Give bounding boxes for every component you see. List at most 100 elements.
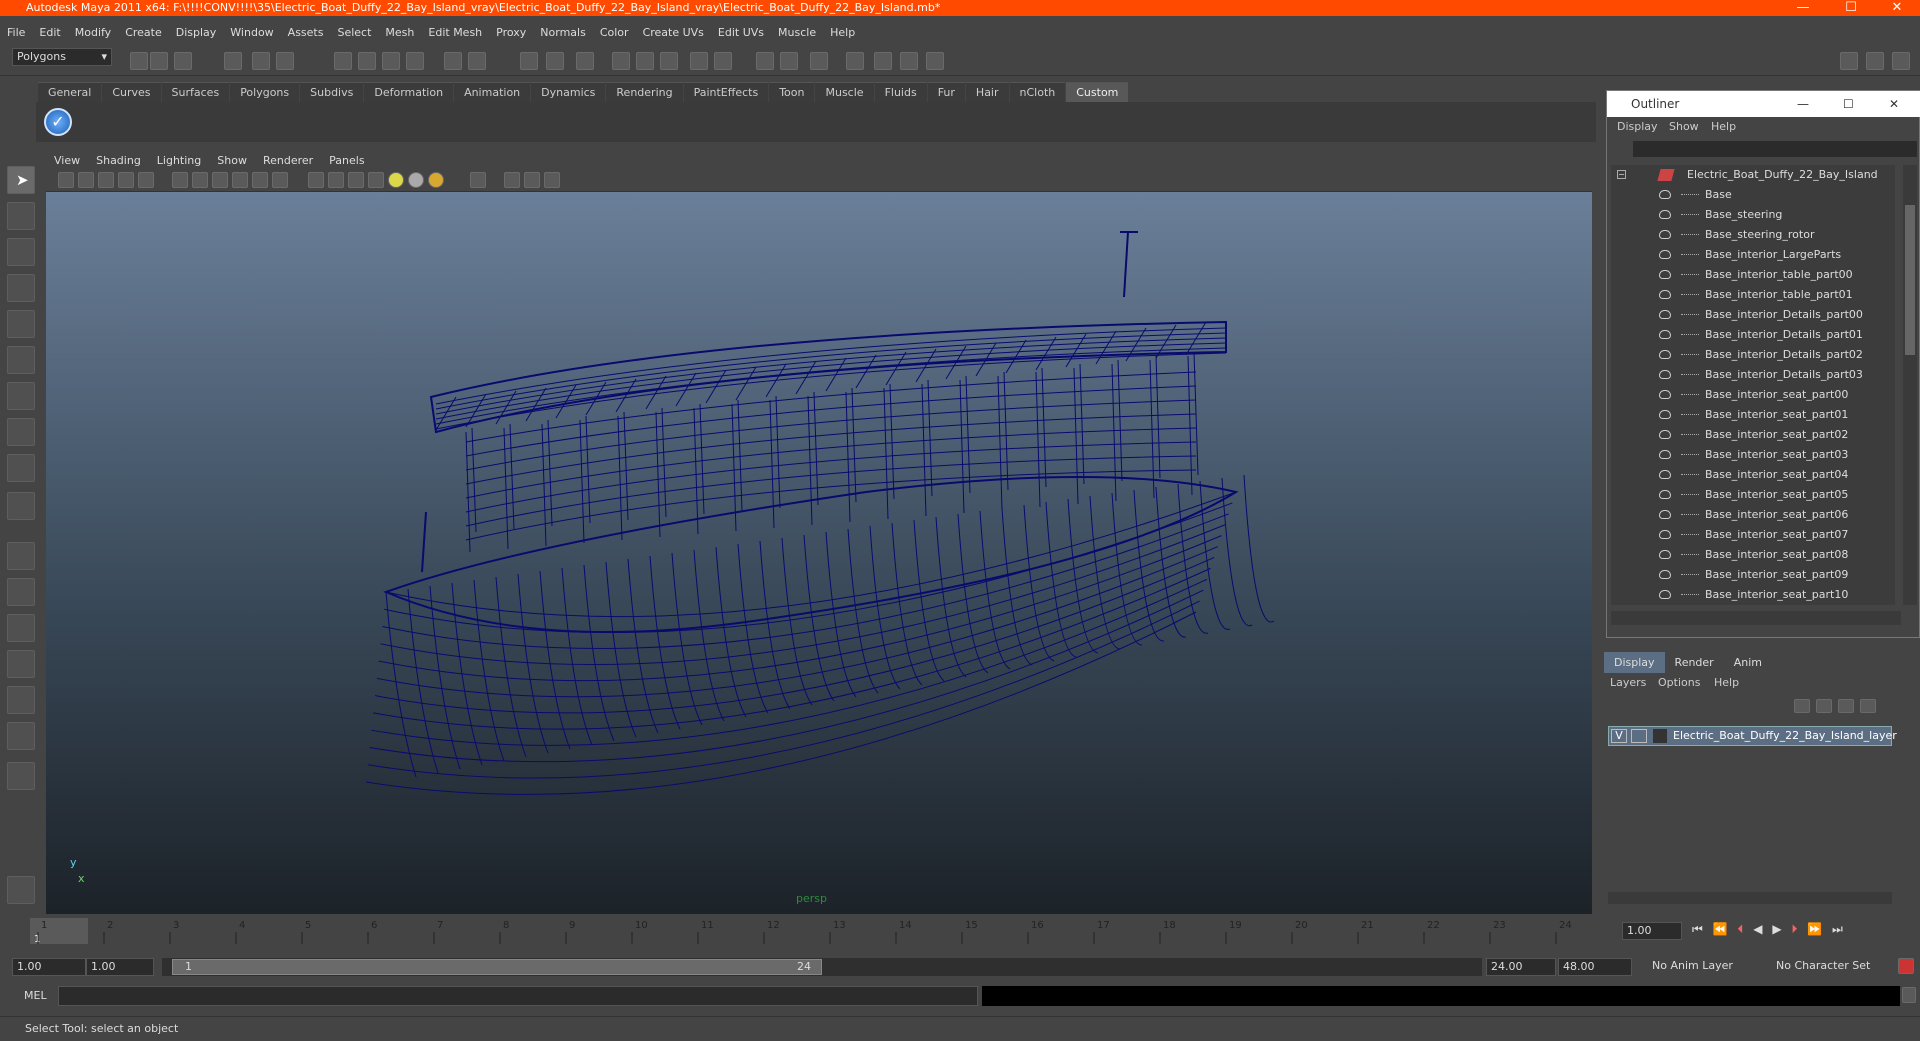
layout-hypershade-icon[interactable] xyxy=(7,686,35,714)
current-time-field[interactable]: 1.00 xyxy=(1622,922,1682,940)
viewport-menu-show[interactable]: Show xyxy=(209,152,255,169)
outliner-item[interactable]: Base_interior_seat_part06 xyxy=(1611,505,1895,525)
construction-history-icon[interactable] xyxy=(468,52,486,70)
layout-graph-icon[interactable] xyxy=(926,52,944,70)
menu-edit-uvs[interactable]: Edit UVs xyxy=(711,22,771,43)
menu-modify[interactable]: Modify xyxy=(68,22,118,43)
xray-joints-icon[interactable] xyxy=(524,172,540,188)
xray-icon[interactable] xyxy=(504,172,520,188)
layout-single-icon[interactable] xyxy=(846,52,864,70)
collapse-icon[interactable]: − xyxy=(1617,170,1626,179)
outliner-item[interactable]: Base_steering_rotor xyxy=(1611,225,1895,245)
move-layer-up-icon[interactable] xyxy=(1794,699,1810,713)
outliner-close-button[interactable]: ✕ xyxy=(1889,91,1899,117)
shelf-tab-polygons[interactable]: Polygons xyxy=(230,82,300,102)
time-slider[interactable]: 1 1 2 3 4 5 6 7 8 9 10 11 12 13 14 15 16 17 18 19 20 21 22 23 24… xyxy=(0,916,1920,946)
menu-help[interactable]: Help xyxy=(823,22,862,43)
outliner-item[interactable]: Base_interior_Details_part01 xyxy=(1611,325,1895,345)
menu-normals[interactable]: Normals xyxy=(533,22,593,43)
maximize-button[interactable]: ☐ xyxy=(1828,0,1874,16)
safe-action-icon[interactable] xyxy=(252,172,268,188)
outliner-item[interactable]: Base_interior_seat_part07 xyxy=(1611,525,1895,545)
outliner-item[interactable]: Base_interior_seat_part00 xyxy=(1611,385,1895,405)
outliner-minimize-button[interactable]: — xyxy=(1797,91,1809,117)
outliner-item[interactable]: Base_interior_table_part00 xyxy=(1611,265,1895,285)
snap-surface-icon[interactable] xyxy=(444,52,462,70)
menu-mesh[interactable]: Mesh xyxy=(378,22,421,43)
snap-curve-icon[interactable] xyxy=(358,52,376,70)
new-empty-layer-icon[interactable] xyxy=(1838,699,1854,713)
step-back-frame-icon[interactable]: ⏪ xyxy=(1713,922,1728,936)
rotate-tool-icon[interactable] xyxy=(7,310,35,338)
layout-outliner-icon[interactable] xyxy=(900,52,918,70)
hypershade-icon[interactable] xyxy=(690,52,708,70)
shelf-tab-dynamics[interactable]: Dynamics xyxy=(531,82,606,102)
lasso-tool-icon[interactable] xyxy=(7,202,35,230)
command-input[interactable] xyxy=(58,986,978,1006)
menu-assets[interactable]: Assets xyxy=(281,22,331,43)
go-to-start-icon[interactable]: ⏮ xyxy=(1692,922,1703,936)
show-attribute-editor-icon[interactable] xyxy=(1840,52,1858,70)
attribute-editor-icon[interactable] xyxy=(756,52,774,70)
go-to-end-icon[interactable]: ⏭ xyxy=(1832,922,1843,936)
layer-color-swatch[interactable] xyxy=(1653,729,1667,743)
outliner-item[interactable]: Base_interior_seat_part03 xyxy=(1611,445,1895,465)
ipr-render-icon[interactable] xyxy=(636,52,654,70)
new-layer-selected-icon[interactable] xyxy=(1860,699,1876,713)
shelf-tab-ncloth[interactable]: nCloth xyxy=(1009,82,1066,102)
outliner-item[interactable]: Base xyxy=(1611,185,1895,205)
layer-display-type-toggle[interactable] xyxy=(1631,729,1647,743)
selection-mask-icon[interactable] xyxy=(576,52,594,70)
empty-slot-icon[interactable] xyxy=(7,492,35,520)
outliner-item[interactable]: Base_interior_seat_part01 xyxy=(1611,405,1895,425)
shelf-tab-rendering[interactable]: Rendering xyxy=(606,82,683,102)
layout-four-icon[interactable] xyxy=(874,52,892,70)
viewport-menu-lighting[interactable]: Lighting xyxy=(149,152,209,169)
layout-single-perspective-icon[interactable] xyxy=(7,542,35,570)
outliner-item[interactable]: Base_steering xyxy=(1611,205,1895,225)
select-component-icon[interactable] xyxy=(276,52,294,70)
menu-select[interactable]: Select xyxy=(330,22,378,43)
wireframe-on-shaded-icon[interactable] xyxy=(348,172,364,188)
wireframe-icon[interactable] xyxy=(308,172,324,188)
layout-custom-icon[interactable] xyxy=(7,762,35,790)
outliner-item[interactable]: Base_interior_Details_part00 xyxy=(1611,305,1895,325)
resolution-gate-icon[interactable] xyxy=(192,172,208,188)
outliner-horizontal-scrollbar[interactable] xyxy=(1611,611,1901,625)
xray-components-icon[interactable] xyxy=(544,172,560,188)
script-editor-button-icon[interactable] xyxy=(1902,987,1916,1003)
outliner-item[interactable]: Base_interior_Details_part03 xyxy=(1611,365,1895,385)
viewport-menu-panels[interactable]: Panels xyxy=(321,152,372,169)
tool-settings-icon[interactable] xyxy=(780,52,798,70)
shelf-tab-animation[interactable]: Animation xyxy=(454,82,531,102)
viewport-menu-shading[interactable]: Shading xyxy=(88,152,149,169)
layout-persp-outliner-icon[interactable] xyxy=(7,614,35,642)
select-object-icon[interactable] xyxy=(252,52,270,70)
playback-start-field[interactable]: 1.00 xyxy=(86,958,154,976)
layer-tab-display[interactable]: Display xyxy=(1604,652,1665,673)
gate-mask-icon[interactable] xyxy=(212,172,228,188)
outliner-item[interactable]: Base_interior_seat_part02 xyxy=(1611,425,1895,445)
snap-grid-icon[interactable] xyxy=(334,52,352,70)
playback-end-field[interactable]: 24.00 xyxy=(1486,958,1556,976)
outliner-root-item[interactable]: − Electric_Boat_Duffy_22_Bay_Island xyxy=(1611,165,1895,185)
open-scene-icon[interactable] xyxy=(150,52,168,70)
shelf-tab-custom[interactable]: Custom xyxy=(1066,82,1129,102)
outliner-maximize-button[interactable]: ☐ xyxy=(1843,91,1854,117)
outliner-item[interactable]: Base_interior_seat_part09 xyxy=(1611,565,1895,585)
layer-menu-help[interactable]: Help xyxy=(1714,676,1739,689)
outliner-item[interactable]: Base_interior_seat_part08 xyxy=(1611,545,1895,565)
menu-edit[interactable]: Edit xyxy=(32,22,67,43)
shelf-tab-painteffects[interactable]: PaintEffects xyxy=(683,82,769,102)
film-gate-icon[interactable] xyxy=(172,172,188,188)
anim-layer-dropdown[interactable]: No Anim Layer xyxy=(1648,958,1756,976)
new-scene-icon[interactable] xyxy=(130,52,148,70)
viewport-menu-view[interactable]: View xyxy=(46,152,88,169)
close-button[interactable]: ✕ xyxy=(1874,0,1920,16)
grid-toggle-icon[interactable] xyxy=(138,172,154,188)
play-forwards-icon[interactable]: ▶ xyxy=(1772,922,1781,936)
outliner-item[interactable]: Base_interior_table_part01 xyxy=(1611,285,1895,305)
manipulator-tool-icon[interactable] xyxy=(7,382,35,410)
move-tool-icon[interactable] xyxy=(7,274,35,302)
menu-file[interactable]: File xyxy=(0,22,32,43)
